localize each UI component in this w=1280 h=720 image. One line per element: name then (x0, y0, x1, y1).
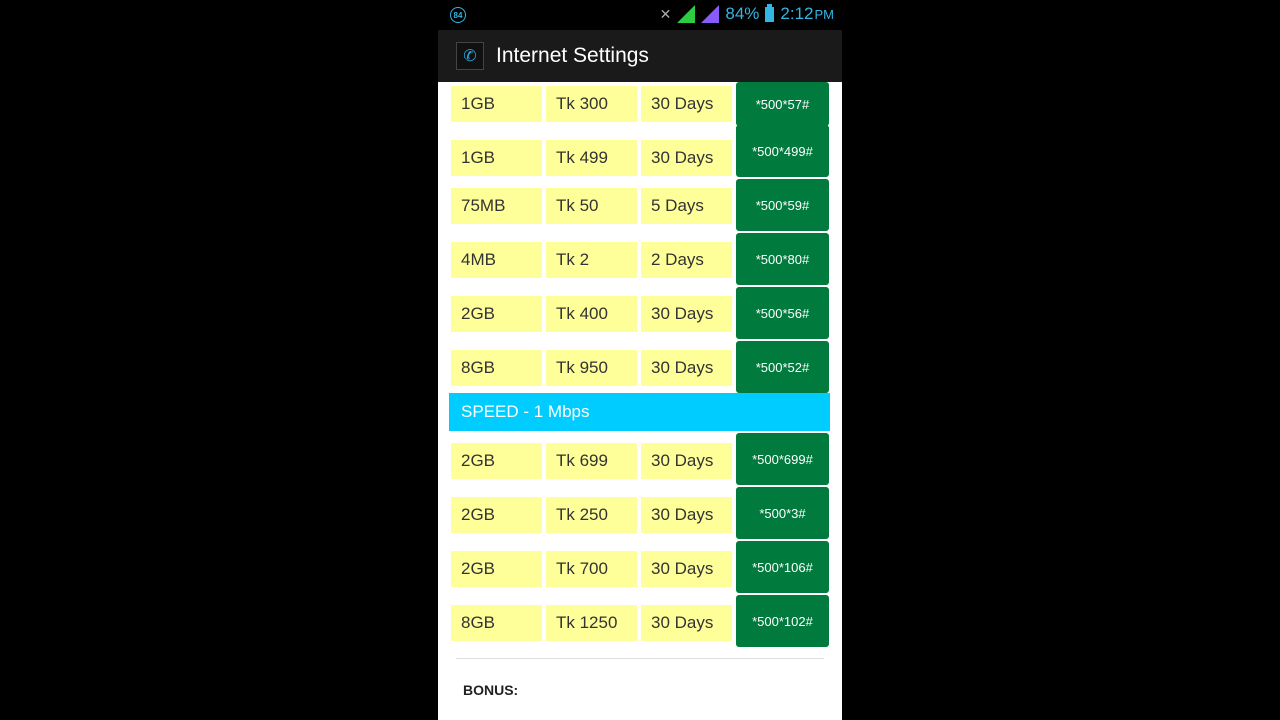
data-cell: 2GB (451, 497, 542, 533)
notification-badge-icon: 84 (450, 7, 466, 23)
signal-1-icon (677, 5, 696, 23)
validity-cell: 2 Days (641, 242, 732, 278)
validity-cell: 30 Days (641, 605, 732, 641)
package-row: 2GB Tk 250 30 Days *500*3# (451, 487, 831, 547)
activation-code-button[interactable]: *500*699# (736, 433, 829, 485)
price-cell: Tk 50 (546, 188, 637, 224)
validity-cell: 30 Days (641, 551, 732, 587)
app-logo-icon[interactable]: ✆ (456, 42, 484, 70)
validity-cell: 30 Days (641, 296, 732, 332)
clock-ampm: PM (814, 6, 835, 22)
package-row: 2GB Tk 400 30 Days *500*56# (451, 287, 831, 346)
mute-icon: ✕ (659, 5, 672, 22)
action-bar: ✆ Internet Settings (438, 30, 842, 82)
activation-code-button[interactable]: *500*102# (736, 595, 829, 647)
data-cell: 75MB (451, 188, 542, 224)
activation-code-button[interactable]: *500*57# (736, 82, 829, 126)
package-row: 8GB Tk 1250 30 Days *500*102# (451, 595, 831, 655)
price-cell: Tk 699 (546, 443, 637, 479)
package-row: 4MB Tk 2 2 Days *500*80# (451, 233, 831, 292)
package-list[interactable]: 1GB Tk 300 30 Days *500*57# 1GB Tk 499 3… (438, 82, 842, 720)
package-row: 75MB Tk 50 5 Days *500*59# (451, 179, 831, 238)
price-cell: Tk 400 (546, 296, 637, 332)
battery-icon (765, 3, 775, 22)
data-cell: 4MB (451, 242, 542, 278)
validity-cell: 30 Days (641, 497, 732, 533)
price-cell: Tk 300 (546, 86, 637, 122)
price-cell: Tk 950 (546, 350, 637, 386)
clock-time: 2:12 (780, 4, 814, 23)
activation-code-button[interactable]: *500*52# (736, 341, 829, 393)
data-cell: 8GB (451, 605, 542, 641)
activation-code-button[interactable]: *500*56# (736, 287, 829, 339)
data-cell: 2GB (451, 443, 542, 479)
data-cell: 2GB (451, 551, 542, 587)
data-cell: 1GB (451, 140, 542, 176)
activation-code-button[interactable]: *500*106# (736, 541, 829, 593)
signal-2-icon (701, 5, 720, 23)
page-title: Internet Settings (496, 44, 649, 67)
price-cell: Tk 1250 (546, 605, 637, 641)
speed-section-header: SPEED - 1 Mbps (449, 393, 830, 431)
bonus-label: BONUS: (463, 682, 519, 698)
price-cell: Tk 499 (546, 140, 637, 176)
validity-cell: 5 Days (641, 188, 732, 224)
validity-cell: 30 Days (641, 350, 732, 386)
activation-code-button[interactable]: *500*3# (736, 487, 829, 539)
package-row: 2GB Tk 699 30 Days *500*699# (451, 433, 831, 493)
data-cell: 1GB (451, 86, 542, 122)
divider (456, 658, 824, 659)
package-row: 2GB Tk 700 30 Days *500*106# (451, 541, 831, 601)
activation-code-button[interactable]: *500*499# (736, 125, 829, 177)
validity-cell: 30 Days (641, 443, 732, 479)
price-cell: Tk 2 (546, 242, 637, 278)
validity-cell: 30 Days (641, 86, 732, 122)
activation-code-button[interactable]: *500*80# (736, 233, 829, 285)
battery-percent: 84% (725, 4, 760, 23)
data-cell: 2GB (451, 296, 542, 332)
activation-code-button[interactable]: *500*59# (736, 179, 829, 231)
price-cell: Tk 700 (546, 551, 637, 587)
phone-screen: 84 ✕ 84% 2:12 PM ✆ Internet Settings 1GB … (438, 0, 842, 720)
validity-cell: 30 Days (641, 140, 732, 176)
status-bar: 84 ✕ 84% 2:12 PM (438, 0, 842, 30)
price-cell: Tk 250 (546, 497, 637, 533)
data-cell: 8GB (451, 350, 542, 386)
